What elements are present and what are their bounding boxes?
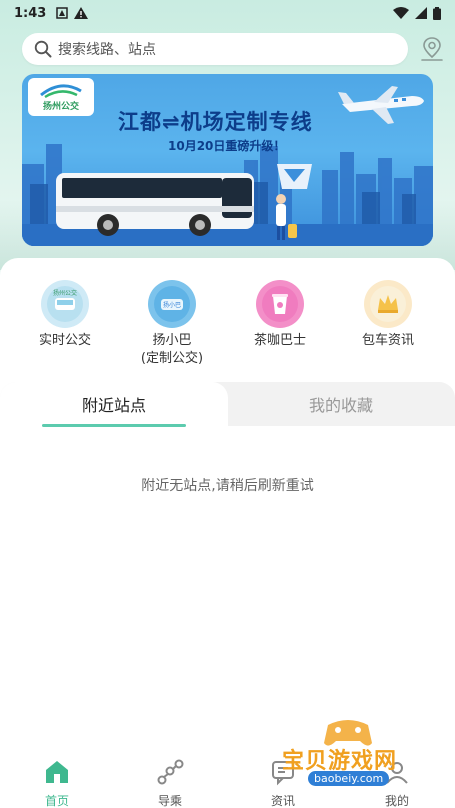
location-button[interactable]	[420, 36, 444, 66]
status-time: 1:43	[14, 5, 47, 21]
entry-label-charter-info: 包车资讯	[361, 333, 414, 348]
tab-nearby-stations[interactable]: 附近站点	[0, 382, 228, 426]
search-row: 搜索线路、站点	[22, 33, 444, 66]
search-input[interactable]: 搜索线路、站点	[22, 33, 408, 65]
search-placeholder: 搜索线路、站点	[58, 42, 156, 58]
status-bar: 1:43	[0, 0, 455, 26]
nav-home[interactable]: 首页	[17, 752, 97, 808]
entry-label-realtime-bus: 实时公交	[38, 333, 91, 348]
entry-charter-info[interactable]: 包车资讯	[338, 280, 438, 350]
nav-route-guide[interactable]: 导乘	[130, 752, 210, 808]
tea-coffee-bus-icon	[256, 280, 304, 328]
banner-subtitle: 10月20日重磅升级！	[168, 139, 286, 153]
svg-text:扬小巴: 扬小巴	[163, 301, 181, 309]
route-icon	[157, 759, 184, 785]
tab-indicator	[42, 424, 186, 427]
nav-label-route-guide: 导乘	[157, 794, 182, 808]
svg-text:扬州公交: 扬州公交	[53, 289, 77, 297]
empty-state-message: 附近无站点,请稍后刷新重试	[141, 478, 314, 494]
battery-icon	[433, 6, 441, 20]
warning-icon	[74, 7, 89, 19]
signal-icon	[415, 7, 427, 19]
tab-favorites[interactable]: 我的收藏	[227, 382, 455, 426]
tab-bar: 附近站点 我的收藏	[0, 382, 455, 426]
nav-label-home: 首页	[44, 794, 69, 808]
search-icon	[34, 40, 52, 58]
logo-text: 扬州公交	[42, 101, 79, 112]
watermark-url: baobeiy.com	[308, 771, 390, 786]
charter-crown-icon	[364, 280, 412, 328]
entry-tea-coffee-bus[interactable]: 茶咖巴士	[230, 280, 330, 350]
entry-realtime-bus[interactable]: 扬州公交 实时公交	[15, 280, 115, 350]
entry-label-custom-bus-line1: 扬小巴	[152, 333, 192, 348]
wifi-icon	[393, 7, 409, 19]
logo-swoosh-icon	[40, 83, 82, 98]
promo-banner[interactable]: 扬州公交 江都⇌机场定制专线 10月20日重磅升级！	[22, 74, 433, 246]
entry-custom-bus[interactable]: 扬小巴 扬小巴 (定制公交)	[122, 280, 222, 368]
notification-icon	[56, 7, 69, 19]
custom-bus-icon: 扬小巴	[148, 280, 196, 328]
brand-logo: 扬州公交	[28, 78, 94, 116]
entry-label-tea-coffee-bus: 茶咖巴士	[253, 333, 306, 348]
home-icon	[46, 761, 68, 783]
map-pin-icon	[421, 37, 443, 61]
realtime-bus-icon: 扬州公交	[41, 280, 89, 328]
banner-title: 江都⇌机场定制专线	[118, 110, 313, 134]
watermark: 宝贝游戏网 baobeiy.com	[278, 715, 428, 805]
entry-label-custom-bus-line2: (定制公交)	[140, 351, 204, 366]
